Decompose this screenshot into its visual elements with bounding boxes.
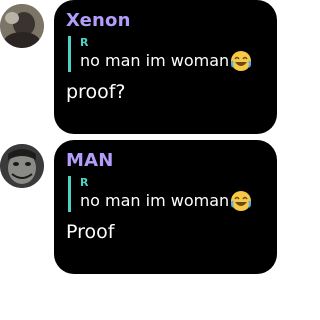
author-name[interactable]: MAN [66, 150, 265, 172]
reply-text-row: no man im woman [80, 50, 265, 72]
reply-quote[interactable]: R no man im woman [68, 36, 265, 72]
author-name[interactable]: Xenon [66, 10, 265, 32]
reply-author: R [80, 176, 89, 189]
reply-text: no man im woman [80, 191, 230, 210]
reply-quote[interactable]: R no man im woman [68, 176, 265, 212]
reply-author: R [80, 36, 89, 49]
reply-text: no man im woman [80, 51, 230, 70]
reply-text-row: no man im woman [80, 190, 265, 212]
profile-photo-icon [0, 144, 44, 188]
message-bubble: MAN R no man im woman Proof [54, 140, 277, 274]
laughing-emoji-icon [230, 50, 252, 72]
message-text: Proof [66, 221, 115, 243]
laughing-emoji-icon [230, 190, 252, 212]
message-bubble: Xenon R no man im woman proof? [54, 0, 277, 134]
profile-photo-icon [0, 4, 44, 48]
avatar[interactable] [0, 4, 44, 48]
message-text: proof? [66, 81, 126, 103]
avatar[interactable] [0, 144, 44, 188]
